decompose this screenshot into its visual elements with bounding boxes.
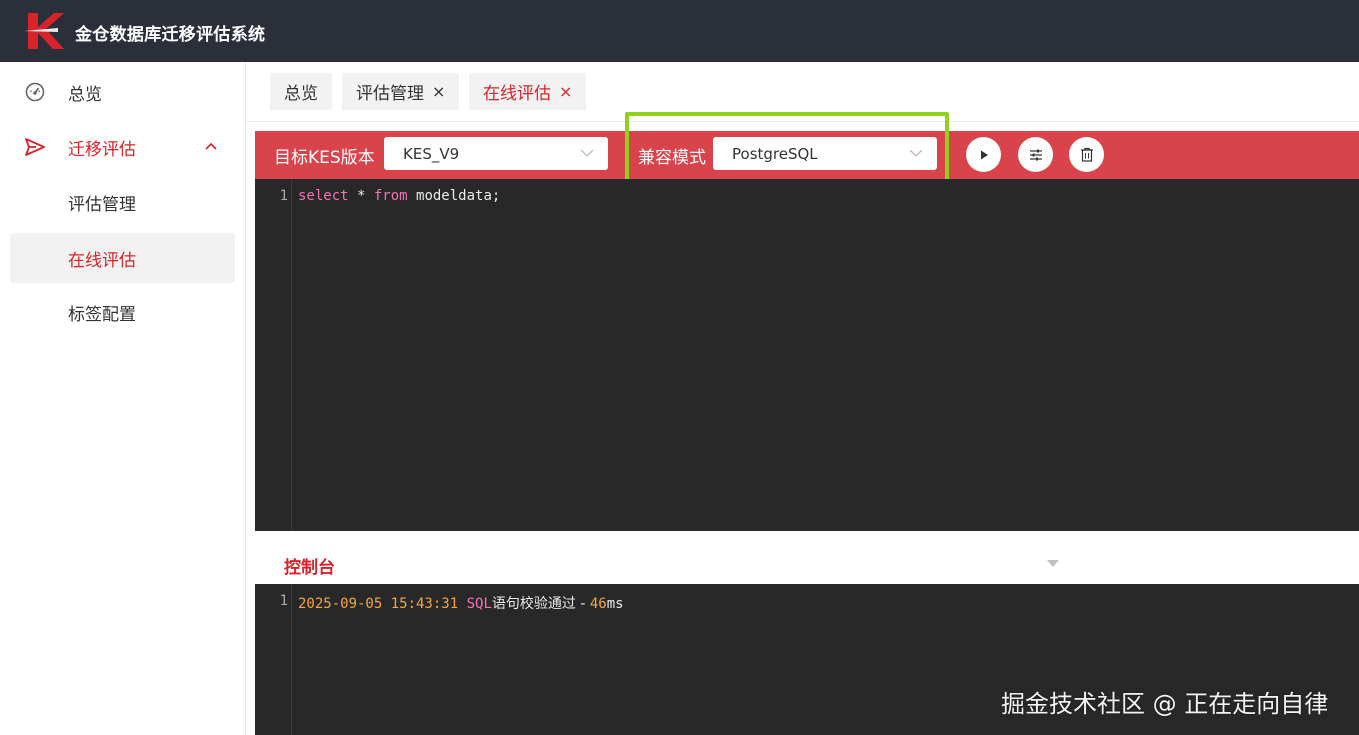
log-duration: 46 [589, 596, 607, 612]
sql-editor[interactable]: 1 select * from modeldata; [255, 179, 1359, 531]
code-rest: modeldata; [407, 188, 501, 204]
tab-assessment-management[interactable]: 评估管理 × [342, 73, 460, 110]
log-sql: SQL [466, 596, 492, 612]
trash-icon [1080, 147, 1093, 162]
console-line: 2025-09-05 15:43:31 SQL语句校验通过 - 46ms [298, 593, 624, 613]
line-gutter: 1 [255, 584, 292, 735]
console-header: 控制台 [255, 543, 1359, 584]
watermark: 掘金技术社区 @ 正在走向自律 [1001, 690, 1329, 718]
chevron-up-icon [205, 142, 217, 150]
target-version-label: 目标KES版本 [274, 148, 375, 168]
clear-button[interactable] [1069, 137, 1104, 172]
chevron-down-icon [580, 149, 594, 157]
sidebar-item-overview[interactable]: 总览 [0, 67, 246, 117]
keyword-select: select [298, 188, 349, 204]
sidebar: 总览 迁移评估 评估管理 在线评估 标签配置 [0, 62, 246, 735]
kingbase-logo-icon [24, 13, 64, 49]
line-number: 1 [279, 188, 288, 204]
sidebar-item-migration[interactable]: 迁移评估 [0, 122, 246, 172]
dashboard-gauge-icon [24, 81, 46, 103]
code-star: * [348, 188, 374, 204]
log-unit: ms [606, 596, 624, 612]
sidebar-item-assessment-management[interactable]: 评估管理 [10, 177, 235, 227]
collapse-caret-icon[interactable] [1047, 560, 1059, 567]
sidebar-item-online-assessment[interactable]: 在线评估 [10, 233, 235, 283]
sliders-icon [1029, 149, 1042, 160]
tab-label: 评估管理 [356, 84, 424, 104]
keyword-from: from [373, 188, 408, 204]
compat-mode-highlight [625, 112, 949, 189]
run-button[interactable] [966, 137, 1001, 172]
line-gutter: 1 [255, 179, 292, 531]
console-title: 控制台 [284, 558, 335, 578]
close-icon[interactable]: × [559, 82, 572, 101]
target-version-select[interactable]: KES_V9 [384, 137, 608, 170]
log-timestamp: 2025-09-05 15:43:31 [298, 596, 459, 612]
line-number: 1 [279, 593, 288, 609]
sidebar-item-tag-config[interactable]: 标签配置 [10, 287, 235, 337]
sidebar-item-label: 总览 [68, 84, 102, 105]
tab-label: 总览 [284, 84, 318, 104]
tab-overview[interactable]: 总览 [270, 73, 332, 110]
play-icon [980, 150, 988, 159]
log-message: 语句校验通过 - [491, 596, 590, 612]
settings-button[interactable] [1018, 137, 1053, 172]
send-plane-icon [24, 136, 46, 158]
select-value: KES_V9 [403, 144, 460, 163]
tab-online-assessment[interactable]: 在线评估 × [469, 73, 587, 110]
tab-label: 在线评估 [483, 84, 551, 104]
code-line: select * from modeldata; [298, 188, 500, 204]
app-header: 金仓数据库迁移评估系统 [0, 0, 1359, 62]
app-title: 金仓数据库迁移评估系统 [75, 25, 266, 45]
close-icon[interactable]: × [432, 82, 445, 101]
sidebar-item-label: 迁移评估 [68, 139, 136, 160]
